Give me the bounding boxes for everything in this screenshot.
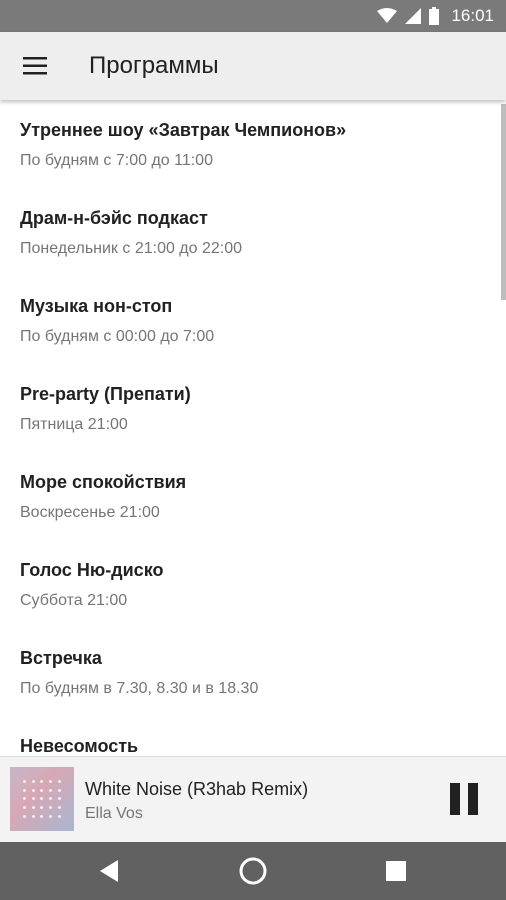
recents-icon [386, 861, 406, 881]
program-item[interactable]: Драм-н-бэйс подкаст Понедельник с 21:00 … [0, 188, 500, 276]
program-title: Море спокойствия [20, 472, 187, 492]
menu-button[interactable] [14, 46, 56, 86]
program-title: Невесомость [20, 736, 139, 756]
program-item[interactable]: Голос Ню-диско Суббота 21:00 [0, 540, 500, 628]
system-nav-bar [0, 842, 506, 900]
program-schedule: По будням с 7:00 до 11:00 [20, 152, 213, 169]
program-item[interactable]: Море спокойствия Воскресенье 21:00 [0, 452, 500, 540]
program-schedule: Воскресенье 21:00 [20, 504, 160, 521]
program-schedule: По будням в 7.30, 8.30 и в 18.30 [20, 680, 259, 697]
home-icon [239, 857, 267, 885]
program-schedule: Суббота 21:00 [20, 592, 128, 609]
program-schedule: Пятница 21:00 [20, 416, 128, 433]
recents-button[interactable] [366, 842, 426, 900]
program-item[interactable]: Невесомость [0, 716, 500, 756]
page-title: Программы [89, 52, 219, 79]
program-item[interactable]: Утреннее шоу «Завтрак Чемпионов» По будн… [0, 100, 500, 188]
pause-icon [450, 783, 460, 815]
signal-icon [405, 8, 422, 24]
program-item[interactable]: Pre-party (Препати) Пятница 21:00 [0, 364, 500, 452]
programs-list[interactable]: Утреннее шоу «Завтрак Чемпионов» По будн… [0, 100, 506, 756]
mini-player[interactable]: White Noise (R3hab Remix) Ella Vos [0, 756, 506, 842]
program-title: Голос Ню-диско [20, 560, 164, 580]
home-button[interactable] [223, 842, 283, 900]
wifi-icon [377, 8, 398, 23]
album-art [10, 767, 74, 831]
list-scrollbar[interactable] [501, 104, 506, 300]
back-button[interactable] [80, 842, 140, 900]
track-artist: Ella Vos [85, 805, 143, 822]
battery-icon [429, 7, 440, 25]
program-title: Pre-party (Препати) [20, 384, 191, 404]
program-title: Драм-н-бэйс подкаст [20, 208, 208, 228]
pause-button[interactable] [442, 777, 486, 821]
hamburger-menu-icon [23, 57, 47, 75]
program-title: Утреннее шоу «Завтрак Чемпионов» [20, 120, 347, 140]
status-time: 16:01 [451, 6, 494, 25]
back-icon [100, 860, 118, 882]
app-bar: Программы [0, 32, 506, 100]
program-schedule: По будням с 00:00 до 7:00 [20, 328, 215, 345]
track-title: White Noise (R3hab Remix) [85, 779, 309, 799]
status-bar: 16:01 [0, 0, 506, 32]
status-icons: 16:01 [377, 0, 494, 32]
program-item[interactable]: Музыка нон-стоп По будням с 00:00 до 7:0… [0, 276, 500, 364]
program-title: Встречка [20, 648, 102, 668]
program-schedule: Понедельник с 21:00 до 22:00 [20, 240, 243, 257]
program-item[interactable]: Встречка По будням в 7.30, 8.30 и в 18.3… [0, 628, 500, 716]
program-title: Музыка нон-стоп [20, 296, 173, 316]
